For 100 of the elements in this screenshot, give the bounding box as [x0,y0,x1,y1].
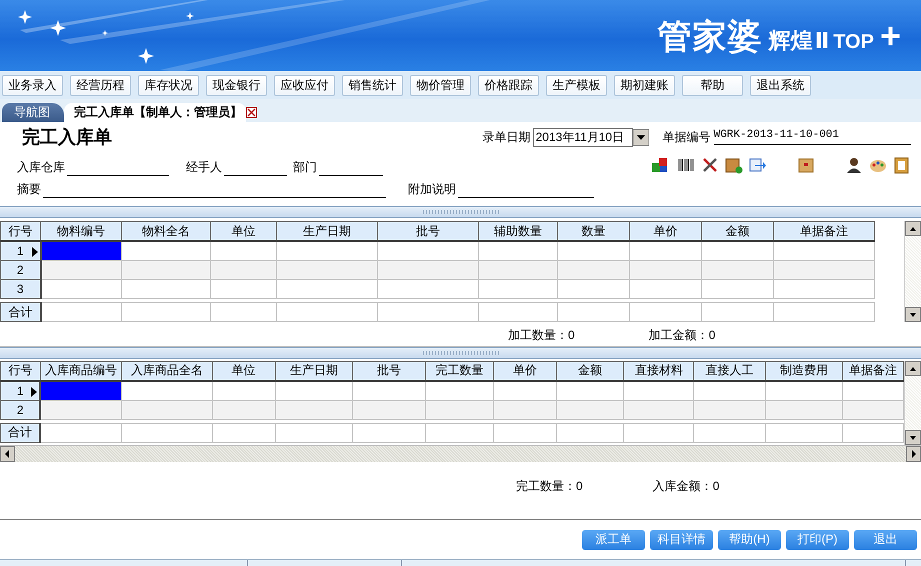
column-header[interactable]: 入库商品全名 [121,361,212,381]
column-header[interactable]: 单位 [210,222,276,242]
table-cell[interactable] [40,241,122,261]
table-cell [842,423,904,442]
package-icon[interactable] [797,156,815,174]
row-number: 1 [16,244,24,258]
tools-icon[interactable] [701,156,719,174]
row-header[interactable]: 1 [0,380,40,400]
navigation-tab[interactable]: 导航图 [2,103,64,122]
table-cell[interactable] [766,380,842,400]
menu-button[interactable]: 帮助 [682,74,743,96]
table-cell[interactable] [121,400,212,420]
date-dropdown[interactable]: 2013年11月10日 [532,128,633,147]
summary-text: 完工数量：0 [516,478,583,496]
column-header[interactable]: 单价 [493,361,556,381]
table-cell[interactable] [624,400,694,420]
table-cell[interactable] [558,260,630,280]
table-cell[interactable] [352,380,426,400]
table-cell[interactable] [694,400,766,420]
row-pointer-icon[interactable] [31,386,38,397]
column-header[interactable]: 金额 [702,222,774,242]
table-cell[interactable] [378,260,478,280]
column-header[interactable]: 批号 [378,222,478,242]
menu-button[interactable]: 生产模板 [546,74,607,96]
row-header[interactable]: 1 [0,241,40,261]
menu-button[interactable]: 库存状况 [138,74,199,96]
table-cell[interactable] [40,400,122,420]
column-header[interactable]: 物料全名 [122,222,210,242]
vertical-scrollbar[interactable] [904,221,921,322]
number-field[interactable]: WGRK-2013-11-10-001 [714,129,911,146]
document-tab[interactable]: 完工入库单【制单人：管理员】 [64,103,246,122]
column-header[interactable]: 物料编号 [40,222,122,242]
table-cell[interactable] [556,400,624,420]
table-cell[interactable] [276,260,378,280]
summary-text: 加工金额：0 [648,326,716,344]
column-header[interactable]: 生产日期 [276,222,378,242]
menu-button[interactable]: 退出系统 [750,74,811,96]
table-cell[interactable] [121,380,212,400]
field-label: 摘要 [17,181,41,198]
column-header[interactable]: 单价 [630,222,702,242]
column-header[interactable]: 制造费用 [766,361,842,381]
column-header[interactable]: 单据备注 [842,361,904,381]
row-header[interactable]: 2 [0,400,40,420]
table-cell[interactable] [702,260,774,280]
column-header[interactable]: 入库商品编号 [40,361,122,381]
column-header[interactable]: 直接人工 [694,361,766,381]
dropdown-arrow-icon[interactable] [632,128,649,146]
total-label: 合计 [0,302,40,322]
table-cell[interactable] [212,400,276,420]
table-cell[interactable] [210,260,276,280]
table-cell[interactable] [766,400,842,420]
table-cell[interactable] [842,400,904,420]
column-header[interactable]: 行号 [0,361,40,381]
column-header[interactable]: 批号 [352,361,426,381]
user-icon[interactable] [845,156,863,174]
column-header[interactable]: 辅助数量 [478,222,558,242]
export-icon[interactable] [749,156,767,174]
table-cell[interactable] [40,260,122,280]
table-cell[interactable] [694,380,766,400]
menu-button[interactable]: 物价管理 [410,74,471,96]
table-cell[interactable] [478,260,558,280]
table-cell[interactable] [556,380,624,400]
table-cell[interactable] [426,400,494,420]
add-box-icon[interactable] [725,156,743,174]
menu-button[interactable]: 应收应付 [274,74,335,96]
column-header[interactable]: 数量 [558,222,630,242]
table-cell[interactable] [624,380,694,400]
column-header[interactable]: 直接材料 [624,361,694,381]
table-cell[interactable] [122,260,210,280]
table-cell[interactable] [212,380,276,400]
clipboard-icon[interactable] [893,156,911,174]
table-cell[interactable] [630,260,702,280]
column-header[interactable]: 生产日期 [275,361,353,381]
column-header[interactable]: 完工数量 [426,361,494,381]
menu-button[interactable]: 期初建账 [614,74,675,96]
table-cell[interactable] [493,380,556,400]
column-header[interactable]: 单据备注 [774,222,874,242]
blocks-icon[interactable] [651,156,669,174]
menu-button[interactable]: 经营历程 [70,74,131,96]
table-cell[interactable] [774,260,874,280]
row-pointer-icon[interactable] [32,247,38,258]
column-header[interactable]: 金额 [556,361,624,381]
table-cell[interactable] [352,400,426,420]
menu-button[interactable]: 业务录入 [2,74,63,96]
table-cell[interactable] [275,400,353,420]
close-icon[interactable] [246,106,257,118]
menu-button[interactable]: 现金银行 [206,74,267,96]
vertical-scrollbar[interactable] [904,360,921,445]
row-header[interactable]: 3 [0,280,40,299]
table-cell[interactable] [493,400,556,420]
field-label: 附加说明 [408,181,456,198]
menu-button[interactable]: 价格跟踪 [478,74,539,96]
horizontal-scrollbar[interactable] [0,445,921,462]
column-header[interactable]: 单位 [212,361,276,381]
row-number: 2 [16,402,24,417]
menu-button[interactable]: 销售统计 [342,74,403,96]
table-cell[interactable] [275,380,353,400]
row-header[interactable]: 2 [0,260,40,280]
table-cell[interactable] [426,380,494,400]
column-header[interactable]: 行号 [0,222,40,242]
